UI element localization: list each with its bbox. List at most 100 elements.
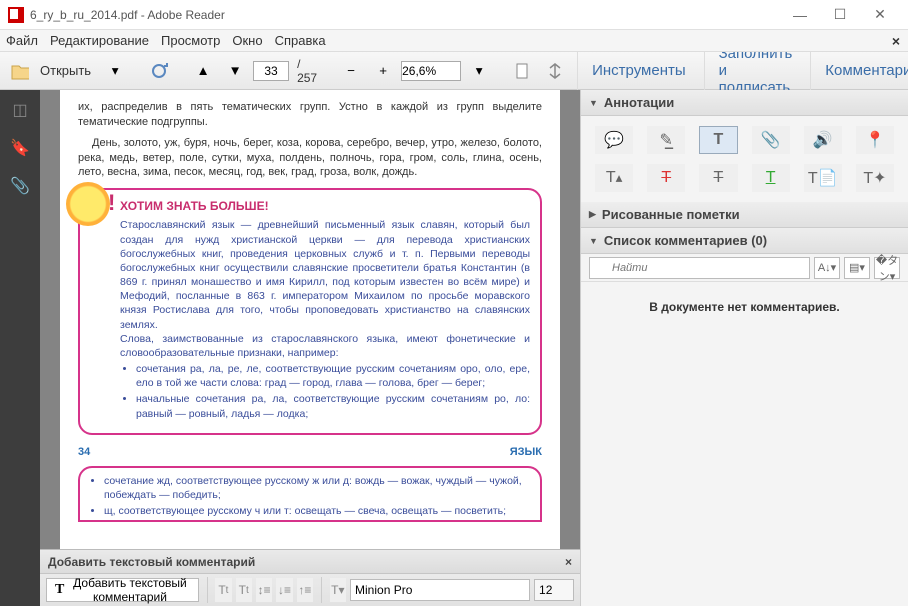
thumbnails-icon[interactable]: ◫ [10, 100, 30, 120]
zoom-dropdown[interactable]: ▾ [465, 57, 493, 85]
pdf-page: их, распределив в пять тематических груп… [60, 90, 560, 549]
toolbar: Открыть ▾ ▲ ▼ / 257 − + ▾ Инструменты За… [0, 52, 908, 90]
sticky-note-tool[interactable]: 💬 [595, 126, 633, 154]
minimize-button[interactable]: — [780, 1, 820, 29]
record-audio-tool[interactable]: 🔊 [804, 126, 842, 154]
app-icon [8, 7, 24, 23]
drawings-label: Рисованные пометки [602, 207, 740, 222]
maximize-button[interactable]: ☐ [820, 1, 860, 29]
stamp-tool[interactable]: 📍 [856, 126, 894, 154]
tool1-button[interactable] [509, 57, 537, 85]
annotations-grid: 💬 ✎̲ T 📎 🔊 📍 T▴ T T T T📄 T✦ [581, 116, 908, 202]
page-section-label: ЯЗЫК [510, 445, 542, 460]
page-tool-icon [514, 62, 532, 80]
callout-li1: сочетания ра, ла, ре, ле, соответствующи… [136, 362, 530, 390]
menu-view[interactable]: Просмотр [161, 33, 220, 48]
callout2-li1: сочетание жд, соответствующее русскому ж… [104, 474, 530, 502]
menu-close-icon[interactable]: × [892, 33, 900, 49]
save-rotate-button[interactable] [145, 57, 173, 85]
callout2-li2: щ, соответствующее русскому ч или т: осв… [104, 504, 530, 518]
comment-toolbar: Добавить текстовый комментарий × T Добав… [40, 549, 580, 606]
text-t-icon: T [55, 582, 64, 598]
options-button[interactable]: �タン▾ [874, 257, 900, 279]
chevron-right-icon: ▶ [589, 209, 596, 220]
annotations-label: Аннотации [604, 95, 674, 110]
tab-tools[interactable]: Инструменты [577, 52, 700, 90]
chevron-down-icon: ▼ [589, 236, 598, 246]
page-up-button[interactable]: ▲ [189, 57, 217, 85]
tool2-button[interactable] [541, 57, 569, 85]
menubar: Файл Редактирование Просмотр Окно Справк… [0, 30, 908, 52]
comments-list-label: Список комментариев (0) [604, 233, 767, 248]
font-smaller-button[interactable]: Tt [215, 578, 231, 602]
comment-toolbar-header: Добавить текстовый комментарий × [40, 550, 580, 574]
text-correction-tool[interactable]: T✦ [856, 164, 894, 192]
comment-toolbar-close[interactable]: × [565, 555, 572, 569]
scroll-tool-icon [546, 62, 564, 80]
font-family-select[interactable] [350, 579, 530, 601]
increase-spacing-button[interactable]: ↑≡ [297, 578, 313, 602]
underline-tool[interactable]: T [752, 164, 790, 192]
comments-search-input[interactable] [589, 257, 810, 279]
annotations-header[interactable]: ▼ Аннотации [581, 90, 908, 116]
decrease-spacing-button[interactable]: ↓≡ [276, 578, 292, 602]
callout-p1: Старославянский язык — древнейший письме… [120, 218, 530, 331]
page-number-label: 34 [78, 445, 90, 460]
font-larger-button[interactable]: Tt [236, 578, 252, 602]
open-dropdown[interactable]: ▾ [101, 57, 129, 85]
document-view[interactable]: их, распределив в пять тематических груп… [40, 90, 580, 606]
tab-sign[interactable]: Заполнить и подписать [704, 52, 807, 90]
page-number-input[interactable] [253, 61, 289, 81]
attachment-icon[interactable]: 📎 [10, 176, 30, 196]
separator [207, 577, 208, 603]
highlight-tool[interactable]: ✎̲ [647, 126, 685, 154]
line-spacing-button[interactable]: ↕≡ [256, 578, 272, 602]
add-text-comment-button[interactable]: T Добавить текстовый комментарий [46, 578, 199, 602]
callout-p2: Слова, заимствованные из старославянског… [120, 332, 530, 360]
sun-icon [66, 182, 110, 226]
menu-file[interactable]: Файл [6, 33, 38, 48]
page-down-button[interactable]: ▼ [221, 57, 249, 85]
convert-icon [150, 62, 168, 80]
attach-file-tool[interactable]: 📎 [752, 126, 790, 154]
zoom-out-button[interactable]: − [337, 57, 365, 85]
font-size-select[interactable] [534, 579, 574, 601]
strikethrough-tool[interactable]: T [647, 164, 685, 192]
no-comments-message: В документе нет комментариев. [581, 282, 908, 332]
menu-edit[interactable]: Редактирование [50, 33, 149, 48]
add-text-comment-label: Добавить текстовый комментарий [70, 576, 189, 604]
right-pane: ▼ Аннотации 💬 ✎̲ T 📎 🔊 📍 T▴ T T T T📄 T✦ … [580, 90, 908, 606]
callout-li2: начальные сочетания ра, ла, соответствую… [136, 392, 530, 420]
close-button[interactable]: ✕ [860, 1, 900, 29]
callout-box: ! ХОТИМ ЗНАТЬ БОЛЬШЕ! Старославянский яз… [78, 188, 542, 435]
add-note-to-text-tool[interactable]: T📄 [804, 164, 842, 192]
open-file-button[interactable] [6, 57, 34, 85]
drawings-header[interactable]: ▶ Рисованные пометки [581, 202, 908, 228]
zoom-in-button[interactable]: + [369, 57, 397, 85]
comment-toolbar-title: Добавить текстовый комментарий [48, 555, 255, 569]
callout-box-2: сочетание жд, соответствующее русскому ж… [78, 466, 542, 523]
insert-text-tool[interactable]: T▴ [595, 164, 633, 192]
add-text-tool[interactable]: T [699, 126, 737, 154]
separator [321, 577, 322, 603]
exclaim-icon: ! [108, 188, 115, 218]
replace-text-tool[interactable]: T [699, 164, 737, 192]
page-total: / 257 [297, 57, 317, 85]
comments-search-row: A↓▾ ▤▾ �タン▾ [581, 254, 908, 282]
folder-icon [11, 62, 29, 80]
doc-line-top: их, распределив в пять тематических груп… [78, 100, 542, 130]
filter-button[interactable]: ▤▾ [844, 257, 870, 279]
bookmark-icon[interactable]: 🔖 [10, 138, 30, 158]
menu-window[interactable]: Окно [232, 33, 262, 48]
open-label: Открыть [40, 63, 91, 78]
callout-heading: ХОТИМ ЗНАТЬ БОЛЬШЕ! [120, 198, 530, 214]
window-title: 6_ry_b_ru_2014.pdf - Adobe Reader [30, 8, 780, 22]
comments-list-header[interactable]: ▼ Список комментариев (0) [581, 228, 908, 254]
sort-button[interactable]: A↓▾ [814, 257, 840, 279]
tab-comments[interactable]: Комментарии [810, 52, 908, 90]
chevron-down-icon: ▼ [589, 98, 598, 108]
titlebar: 6_ry_b_ru_2014.pdf - Adobe Reader — ☐ ✕ [0, 0, 908, 30]
text-color-button[interactable]: T▾ [330, 578, 346, 602]
menu-help[interactable]: Справка [275, 33, 326, 48]
zoom-input[interactable] [401, 61, 461, 81]
